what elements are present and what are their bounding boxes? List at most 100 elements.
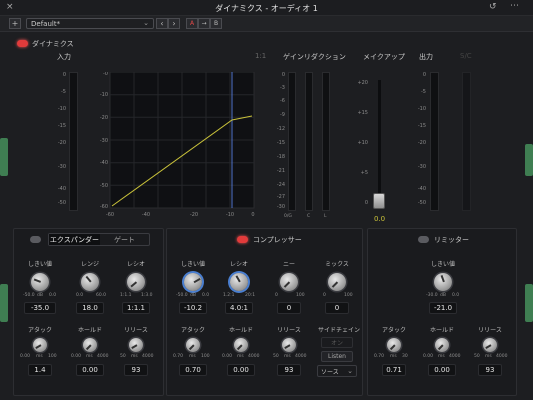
makeup-value: 0.0 [374, 215, 386, 223]
reset-icon[interactable]: ↺ [489, 2, 497, 12]
expander-hold-value[interactable]: 0.00 [76, 364, 104, 376]
compressor-enable-toggle[interactable] [237, 236, 248, 243]
timeline-clip-left [0, 138, 8, 176]
dynamics-enable-toggle[interactable] [17, 40, 28, 47]
title-bar: × ダイナミクス - オーディオ 1 ↺ ⋯ [0, 0, 533, 16]
preset-toolbar: + Default* ⌄ ‹ › A → B [0, 16, 533, 32]
compressor-knee-knob[interactable] [280, 273, 298, 291]
preset-dropdown[interactable]: Default* ⌄ [26, 18, 154, 29]
previous-preset-button[interactable]: ‹ [156, 18, 168, 29]
window-title: ダイナミクス - オーディオ 1 [215, 4, 318, 13]
sidechain-label: サイドチェイン [317, 327, 360, 334]
sidechain-on-button[interactable]: オン [321, 337, 353, 348]
expander-threshold-value[interactable]: -35.0 [24, 302, 56, 314]
timeline-clip-left-2 [0, 284, 8, 322]
sidechain-meter [462, 72, 471, 211]
limiter-release-value[interactable]: 93 [478, 364, 502, 376]
threshold-label: しきい値 [180, 261, 205, 268]
y-tick: -10 [100, 92, 108, 98]
gain-reduction-meter-limit [322, 72, 330, 211]
gr-label-comp: C [307, 214, 311, 219]
input-label: 入力 [57, 53, 71, 61]
limiter-attack-value[interactable]: 0.71 [382, 364, 406, 376]
y-tick: -30 [100, 138, 108, 144]
ratio-label: レシオ [229, 261, 248, 268]
threshold-label: しきい値 [430, 261, 455, 268]
more-options-icon[interactable]: ⋯ [510, 1, 519, 11]
expander-hold-knob[interactable] [83, 338, 97, 352]
expander-threshold-knob[interactable] [31, 273, 49, 291]
next-preset-button[interactable]: › [168, 18, 180, 29]
compressor-mix-value[interactable]: 0 [325, 302, 349, 314]
threshold-label: しきい値 [27, 261, 52, 268]
x-tick: -20 [190, 212, 198, 218]
compressor-ratio-knob[interactable] [230, 273, 248, 291]
x-tick: -40 [142, 212, 150, 218]
makeup-fader-handle[interactable] [373, 193, 385, 209]
ratio-hint-label: 1:1 [255, 52, 267, 60]
compressor-ratio-value[interactable]: 4.0:1 [225, 302, 253, 314]
x-tick: -60 [106, 212, 114, 218]
compressor-attack-value[interactable]: 0.70 [179, 364, 207, 376]
expander-panel: エクスパンダー ゲート しきい値 -50.0 dB 0.0 -35.0 レンジ … [13, 228, 164, 396]
expander-release-knob[interactable] [129, 338, 143, 352]
expander-range-knob[interactable] [81, 273, 99, 291]
add-preset-button[interactable]: + [9, 18, 21, 29]
timeline-clip-right-2 [525, 284, 533, 322]
limiter-hold-knob[interactable] [435, 338, 449, 352]
expander-ratio-knob[interactable] [127, 273, 145, 291]
gain-reduction-label: ゲインリダクション [283, 53, 346, 61]
y-tick: -20 [100, 115, 108, 121]
sidechain-source-value: ソース [321, 368, 339, 376]
tab-gate[interactable]: ゲート [100, 234, 149, 245]
compressor-release-value[interactable]: 93 [277, 364, 301, 376]
dynamics-label: ダイナミクス [32, 40, 74, 48]
expander-attack-value[interactable]: 1.4 [28, 364, 52, 376]
limiter-threshold-knob[interactable] [434, 273, 452, 291]
y-tick: -60 [100, 204, 108, 210]
y-tick: -50 [100, 183, 108, 189]
expander-mode-tabs: エクスパンダー ゲート [48, 233, 150, 246]
limiter-attack-knob[interactable] [387, 338, 401, 352]
limiter-hold-value[interactable]: 0.00 [428, 364, 456, 376]
sidechain-meter-label: S/C [460, 52, 472, 60]
range-label: レンジ [80, 261, 99, 268]
limiter-enable-toggle[interactable] [418, 236, 429, 243]
compressor-threshold-knob[interactable] [184, 273, 202, 291]
limiter-threshold-value[interactable]: -21.0 [429, 302, 457, 314]
attack-label: アタック [381, 327, 406, 334]
knee-label: ニー [282, 261, 295, 268]
copy-arrow-button[interactable]: → [198, 18, 210, 29]
expander-attack-knob[interactable] [33, 338, 47, 352]
compressor-panel: コンプレッサー しきい値 -50.0 dB 0.0 -10.2 レシオ 1.2:… [166, 228, 363, 396]
expander-range-value[interactable]: 18.0 [76, 302, 104, 314]
transfer-curve-graph[interactable]: -0 -10 -20 -30 -40 -50 -60 -60 -40 -20 -… [88, 71, 264, 220]
x-tick: 0 [251, 212, 254, 218]
listen-button[interactable]: Listen [321, 351, 353, 362]
compare-b-button[interactable]: B [210, 18, 222, 29]
attack-label: アタック [180, 327, 205, 334]
limiter-title: リミッター [434, 236, 469, 244]
sidechain-source-select[interactable]: ソース ⌄ [317, 365, 357, 377]
dynamics-panel: ダイナミクス 入力 1:1 ゲインリダクション メイクアップ 出力 S/C 0 … [0, 32, 533, 400]
compressor-release-knob[interactable] [282, 338, 296, 352]
compressor-threshold-value[interactable]: -10.2 [179, 302, 207, 314]
compressor-hold-knob[interactable] [234, 338, 248, 352]
limiter-release-knob[interactable] [483, 338, 497, 352]
tab-expander[interactable]: エクスパンダー [49, 234, 100, 245]
compressor-knee-value[interactable]: 0 [277, 302, 301, 314]
chevron-down-icon: ⌄ [143, 19, 149, 27]
expander-enable-toggle[interactable] [30, 236, 41, 243]
compressor-mix-knob[interactable] [328, 273, 346, 291]
makeup-label: メイクアップ [363, 53, 405, 61]
input-meter [69, 72, 78, 211]
compressor-attack-knob[interactable] [186, 338, 200, 352]
compressor-title: コンプレッサー [253, 236, 302, 244]
compressor-hold-value[interactable]: 0.00 [227, 364, 255, 376]
hold-label: ホールド [429, 327, 454, 334]
expander-release-value[interactable]: 93 [124, 364, 148, 376]
release-label: リリース [277, 327, 301, 334]
compare-a-button[interactable]: A [186, 18, 198, 29]
y-tick: -0 [103, 72, 108, 77]
expander-ratio-value[interactable]: 1:1.1 [122, 302, 150, 314]
